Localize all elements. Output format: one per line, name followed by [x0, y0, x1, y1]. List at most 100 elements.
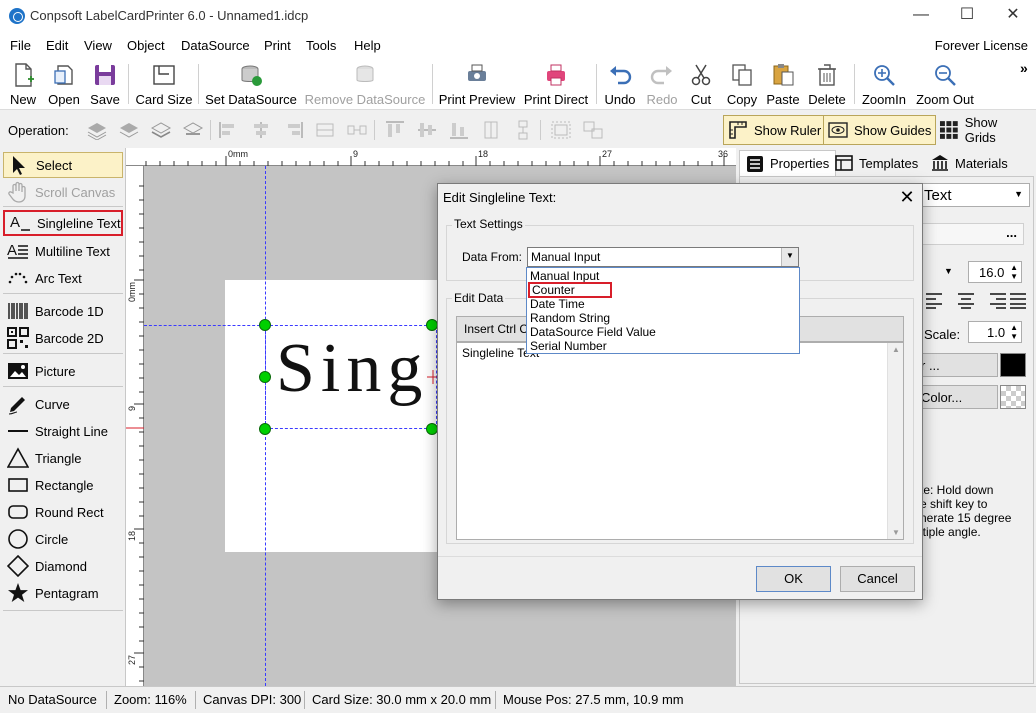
- option-random-string[interactable]: Random String: [528, 311, 798, 325]
- resize-handle[interactable]: [259, 423, 271, 435]
- zoom-out-button[interactable]: Zoom Out: [914, 62, 976, 108]
- option-serial-number[interactable]: Serial Number: [528, 339, 798, 353]
- tool-straight-line[interactable]: Straight Line: [3, 418, 123, 444]
- bring-to-front-icon[interactable]: [86, 120, 108, 140]
- delete-button[interactable]: Delete: [806, 62, 848, 108]
- align-left-icon[interactable]: [218, 120, 240, 140]
- group-icon[interactable]: [550, 120, 572, 140]
- tab-templates[interactable]: Templates: [829, 150, 924, 176]
- resize-handle[interactable]: [259, 371, 271, 383]
- horizontal-guide-line[interactable]: [144, 325, 265, 326]
- option-manual-input[interactable]: Manual Input: [528, 269, 798, 283]
- more-options-button[interactable]: ...: [920, 223, 1024, 245]
- tool-diamond[interactable]: Diamond: [3, 553, 123, 579]
- toolbar-overflow-button[interactable]: »: [1020, 60, 1028, 76]
- scroll-up-icon[interactable]: ▲: [892, 345, 900, 354]
- transparent-color-swatch[interactable]: [1000, 385, 1026, 409]
- option-date-time[interactable]: Date Time: [528, 297, 798, 311]
- font-size-spinner[interactable]: 16.0 ▲ ▼: [968, 261, 1022, 283]
- menu-help[interactable]: Help: [354, 38, 381, 53]
- tool-singleline-text[interactable]: A Singleline Text: [3, 210, 123, 236]
- close-window-button[interactable]: ✕: [990, 4, 1036, 28]
- tool-curve[interactable]: Curve: [3, 391, 123, 417]
- tab-materials[interactable]: Materials: [925, 150, 1014, 176]
- tab-properties[interactable]: Properties: [739, 150, 837, 176]
- spinner-arrows-icon[interactable]: ▲ ▼: [1010, 323, 1018, 341]
- tool-triangle[interactable]: Triangle: [3, 445, 123, 471]
- menu-object[interactable]: Object: [127, 38, 165, 53]
- new-button[interactable]: New: [4, 62, 42, 108]
- align-center-icon[interactable]: [250, 120, 272, 140]
- background-color-button[interactable]: Color...: [920, 385, 998, 409]
- maximize-button[interactable]: ☐: [944, 4, 990, 28]
- minimize-button[interactable]: —: [898, 4, 944, 28]
- undo-button[interactable]: Undo: [602, 62, 638, 108]
- menu-tools[interactable]: Tools: [306, 38, 336, 53]
- option-counter[interactable]: Counter: [528, 282, 612, 298]
- resize-handle[interactable]: [259, 319, 271, 331]
- save-button[interactable]: Save: [87, 62, 123, 108]
- tool-barcode-1d[interactable]: Barcode 1D: [3, 298, 123, 324]
- distribute-vertical-icon[interactable]: [480, 120, 502, 140]
- paste-button[interactable]: Paste: [764, 62, 802, 108]
- op-separator: [374, 120, 375, 140]
- edit-data-textarea[interactable]: Singleline Text ▲ ▼: [456, 342, 904, 540]
- tool-scroll-canvas[interactable]: Scroll Canvas: [3, 179, 123, 205]
- copy-button[interactable]: Copy: [724, 62, 760, 108]
- scale-spinner[interactable]: 1.0 ▲ ▼: [968, 321, 1022, 343]
- show-guides-toggle[interactable]: Show Guides: [823, 115, 937, 145]
- tool-pentagram[interactable]: Pentagram: [3, 580, 123, 606]
- chevron-down-icon[interactable]: ▼: [944, 266, 953, 276]
- remove-datasource-button[interactable]: Remove DataSource: [304, 62, 426, 108]
- show-ruler-toggle[interactable]: Show Ruler: [723, 115, 827, 145]
- tool-round-rect[interactable]: Round Rect: [3, 499, 123, 525]
- text-align-icons[interactable]: [926, 291, 1026, 309]
- object-type-select[interactable]: Text ▼: [920, 183, 1030, 207]
- data-from-select[interactable]: Manual Input ▼: [527, 247, 799, 267]
- cancel-button[interactable]: Cancel: [840, 566, 915, 592]
- open-button[interactable]: Open: [45, 62, 83, 108]
- align-middle-icon[interactable]: [416, 120, 438, 140]
- tool-arc-text[interactable]: Arc Text: [3, 265, 123, 291]
- ok-button[interactable]: OK: [756, 566, 831, 592]
- menu-print[interactable]: Print: [264, 38, 291, 53]
- tool-multiline-text[interactable]: A Multiline Text: [3, 238, 123, 264]
- cut-button[interactable]: Cut: [686, 62, 716, 108]
- ungroup-icon[interactable]: [582, 120, 604, 140]
- distribute-horizontal-icon[interactable]: [314, 120, 336, 140]
- ruler-label: 0mm: [228, 149, 248, 159]
- tool-circle[interactable]: Circle: [3, 526, 123, 552]
- option-datasource-field-value[interactable]: DataSource Field Value: [528, 325, 798, 339]
- textarea-scrollbar[interactable]: ▲ ▼: [887, 343, 903, 539]
- align-bottom-icon[interactable]: [448, 120, 470, 140]
- tool-picture[interactable]: Picture: [3, 358, 123, 384]
- menu-edit[interactable]: Edit: [46, 38, 68, 53]
- send-to-back-icon[interactable]: [182, 120, 204, 140]
- menu-datasource[interactable]: DataSource: [181, 38, 250, 53]
- menu-view[interactable]: View: [84, 38, 112, 53]
- triangle-icon: [7, 447, 29, 468]
- align-right-icon[interactable]: [282, 120, 304, 140]
- print-direct-button[interactable]: Print Direct: [522, 62, 590, 108]
- font-color-button[interactable]: r ...: [920, 353, 998, 377]
- send-backward-icon[interactable]: [150, 120, 172, 140]
- tool-select[interactable]: Select: [3, 152, 123, 178]
- bring-forward-icon[interactable]: [118, 120, 140, 140]
- menu-file[interactable]: File: [10, 38, 31, 53]
- scroll-down-icon[interactable]: ▼: [892, 528, 900, 537]
- selected-text-object[interactable]: Sing: [265, 325, 437, 429]
- same-height-icon[interactable]: [512, 120, 534, 140]
- card-size-button[interactable]: Card Size: [134, 62, 194, 108]
- spinner-arrows-icon[interactable]: ▲ ▼: [1010, 263, 1018, 281]
- dialog-close-button[interactable]: ✕: [894, 185, 920, 211]
- print-preview-button[interactable]: Print Preview: [438, 62, 516, 108]
- same-width-icon[interactable]: [346, 120, 368, 140]
- font-color-swatch[interactable]: [1000, 353, 1026, 377]
- show-grids-toggle[interactable]: Show Grids: [934, 115, 1036, 145]
- zoom-in-button[interactable]: ZoomIn: [860, 62, 908, 108]
- set-datasource-button[interactable]: Set DataSource: [205, 62, 297, 108]
- align-top-icon[interactable]: [384, 120, 406, 140]
- redo-button[interactable]: Redo: [644, 62, 680, 108]
- tool-barcode-2d[interactable]: Barcode 2D: [3, 325, 123, 351]
- tool-rectangle[interactable]: Rectangle: [3, 472, 123, 498]
